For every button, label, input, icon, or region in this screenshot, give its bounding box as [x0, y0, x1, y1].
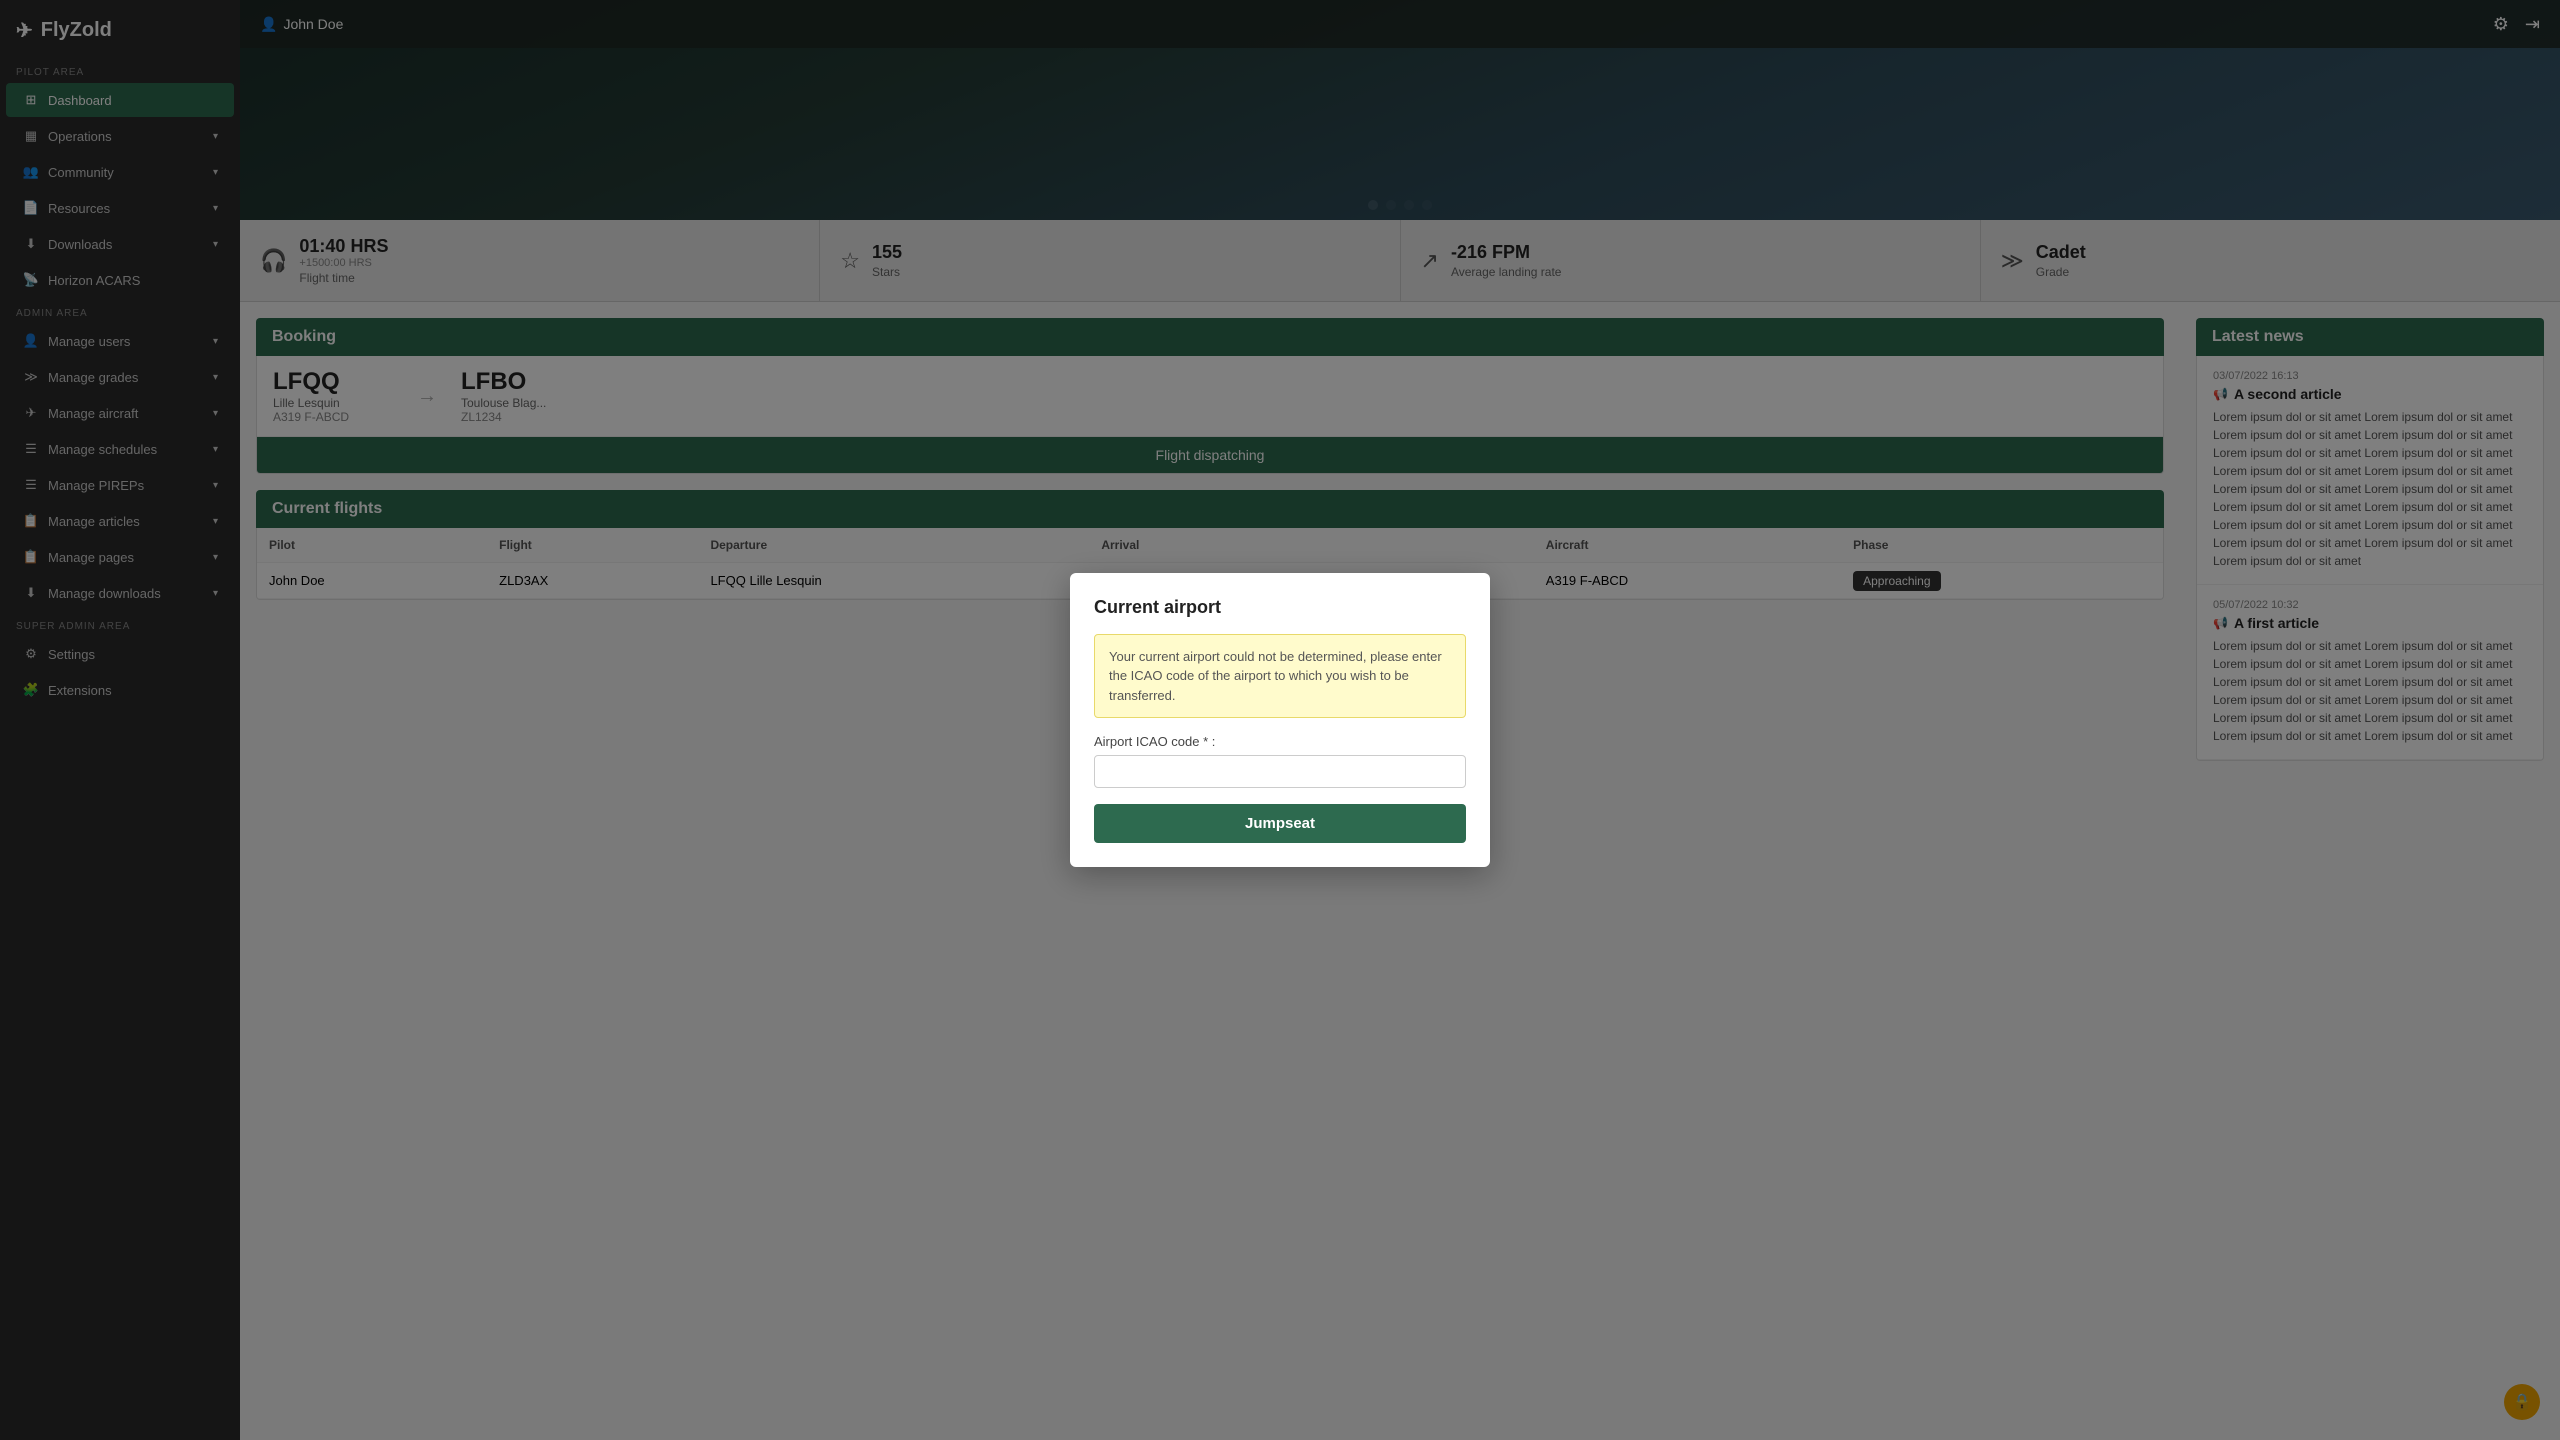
- modal-overlay[interactable]: Current airport Your current airport cou…: [0, 0, 2560, 1440]
- modal-title: Current airport: [1094, 597, 1466, 618]
- modal-dialog: Current airport Your current airport cou…: [1070, 573, 1490, 868]
- icao-input[interactable]: [1094, 755, 1466, 788]
- modal-field-label: Airport ICAO code * :: [1094, 734, 1466, 749]
- jumpseat-button[interactable]: Jumpseat: [1094, 804, 1466, 843]
- modal-field: Airport ICAO code * :: [1094, 734, 1466, 804]
- modal-warning: Your current airport could not be determ…: [1094, 634, 1466, 719]
